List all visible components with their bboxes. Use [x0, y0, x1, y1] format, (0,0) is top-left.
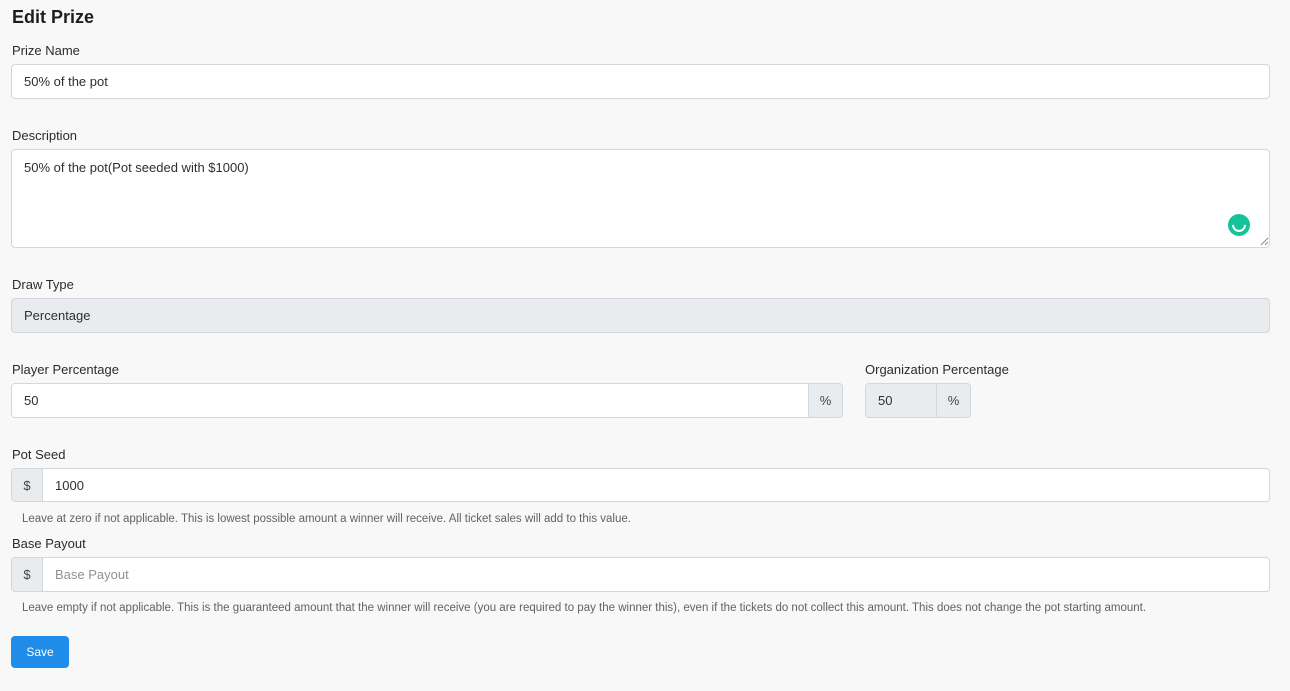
prize-name-input[interactable]: 50% of the pot	[11, 64, 1270, 99]
base-payout-prefix: $	[12, 558, 43, 591]
organization-percentage-group: 50 %	[865, 383, 971, 418]
player-percentage-group: 50 %	[11, 383, 843, 418]
organization-percentage-label: Organization Percentage	[865, 362, 1009, 377]
pot-seed-help: Leave at zero if not applicable. This is…	[22, 513, 631, 525]
player-percentage-value: 50	[24, 393, 39, 408]
organization-percentage-field: 50	[866, 384, 936, 417]
draw-type-value: Percentage	[24, 308, 91, 323]
pot-seed-value: 1000	[55, 477, 84, 493]
pot-seed-prefix: $	[12, 469, 43, 501]
description-value: 50% of the pot(Pot seeded with $1000)	[24, 160, 249, 175]
pot-seed-label: Pot Seed	[12, 447, 66, 462]
base-payout-help: Leave empty if not applicable. This is t…	[22, 602, 1147, 614]
base-payout-label: Base Payout	[12, 536, 86, 551]
grammarly-icon[interactable]	[1228, 214, 1250, 236]
page-title: Edit Prize	[12, 7, 95, 27]
player-percentage-input[interactable]: 50	[12, 384, 808, 417]
pot-seed-group: $ 1000	[11, 468, 1270, 502]
organization-percentage-suffix: %	[936, 384, 970, 417]
base-payout-input[interactable]: Base Payout	[43, 558, 1269, 591]
organization-percentage-value: 50	[878, 393, 893, 408]
resize-handle-icon[interactable]	[1260, 237, 1269, 246]
edit-prize-form: Edit Prize Prize Name 50% of the pot Des…	[0, 0, 1290, 691]
base-payout-group: $ Base Payout	[11, 557, 1270, 592]
base-payout-placeholder: Base Payout	[55, 567, 129, 582]
pot-seed-input[interactable]: 1000	[43, 469, 1269, 501]
description-textarea[interactable]: 50% of the pot(Pot seeded with $1000)	[11, 149, 1270, 248]
player-percentage-suffix: %	[808, 384, 842, 417]
draw-type-field: Percentage	[11, 298, 1270, 333]
player-percentage-label: Player Percentage	[12, 362, 119, 377]
draw-type-label: Draw Type	[12, 277, 74, 292]
description-label: Description	[12, 128, 78, 143]
prize-name-label: Prize Name	[12, 43, 80, 58]
prize-name-value: 50% of the pot	[24, 74, 108, 89]
save-button[interactable]: Save	[11, 636, 69, 668]
